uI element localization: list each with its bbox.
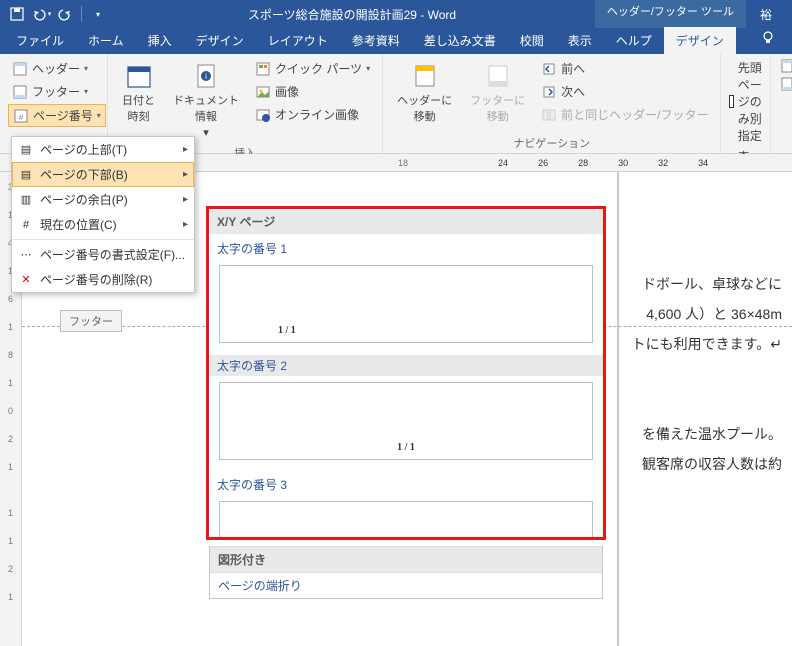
group-nav-label: ナビゲーション <box>391 133 712 151</box>
pictures-icon <box>255 84 271 100</box>
gallery-preview: 1 / 1 <box>219 382 593 460</box>
menu-format-numbers[interactable]: ⋯ページ番号の書式設定(F)... <box>12 242 194 267</box>
tell-me-button[interactable] <box>750 25 786 54</box>
group-position: ▲▼ ▲▼ <box>771 54 792 153</box>
redo-icon <box>57 6 73 22</box>
tab-references[interactable]: 参考資料 <box>340 27 412 54</box>
go-header-icon <box>411 62 439 90</box>
page-top-icon: ▤ <box>18 142 34 158</box>
current-pos-icon: # <box>18 217 34 233</box>
next-icon <box>541 84 557 100</box>
bulb-icon <box>760 30 776 46</box>
tab-review[interactable]: 校閲 <box>508 27 556 54</box>
date-time-button[interactable]: 日付と 時刻 <box>116 58 161 143</box>
header-button[interactable]: ヘッダー▾ <box>8 58 106 79</box>
prev-button[interactable]: 前へ <box>537 58 712 79</box>
gallery-preview: 1 / 1 <box>219 265 593 343</box>
link-icon <box>541 107 557 123</box>
footer-icon <box>12 84 28 100</box>
svg-text:i: i <box>205 72 207 81</box>
gallery-section-shapes: 図形付き <box>210 546 602 572</box>
doc-line: を備えた温水プール。 <box>642 422 782 447</box>
page-right-edge <box>617 172 619 646</box>
page-number-button[interactable]: #ページ番号▾ <box>8 104 106 127</box>
tab-help[interactable]: ヘルプ <box>604 27 664 54</box>
doc-line: トにも利用できます。↵ <box>632 332 782 357</box>
gallery-preview: 1 / 1 <box>219 501 593 537</box>
go-footer-icon <box>484 62 512 90</box>
gallery-item-1[interactable]: 太字の番号 1 1 / 1 <box>209 234 603 353</box>
qat-customize[interactable]: ▾ <box>87 3 109 25</box>
doc-info-button[interactable]: iドキュメント 情報▾ <box>167 58 245 143</box>
gallery-section-pagefold[interactable]: ページの端折り <box>210 572 602 598</box>
go-footer-button: フッターに 移動 <box>464 58 531 133</box>
footer-bottom-spin[interactable]: ▲▼ <box>779 76 792 92</box>
undo-button[interactable]: ▾ <box>30 3 52 25</box>
save-icon <box>9 6 25 22</box>
undo-icon <box>31 6 47 22</box>
gallery-item-3[interactable]: 太字の番号 3 1 / 1 <box>209 470 603 537</box>
ribbon-tabs: ファイル ホーム 挿入 デザイン レイアウト 参考資料 差し込み文書 校閲 表示… <box>0 28 792 54</box>
calendar-icon <box>125 62 153 90</box>
online-pictures-icon <box>255 107 271 123</box>
gallery-item-2[interactable]: 太字の番号 2 1 / 1 <box>209 353 603 470</box>
header-icon <box>12 61 28 77</box>
header-margin-icon <box>779 58 792 74</box>
doc-line: ドボール、卓球などに <box>642 272 782 297</box>
tab-layout[interactable]: レイアウト <box>256 27 340 54</box>
menu-remove-numbers[interactable]: ✕ページ番号の削除(R) <box>12 267 194 292</box>
quick-parts-button[interactable]: クイック パーツ▾ <box>251 58 374 79</box>
tab-design[interactable]: デザイン <box>184 27 256 54</box>
doc-line: 4,600 人）と 36×48m <box>646 302 782 327</box>
tab-insert[interactable]: 挿入 <box>136 27 184 54</box>
tab-mailings[interactable]: 差し込み文書 <box>412 27 508 54</box>
menu-page-bottom[interactable]: ▤ページの下部(B)▸ <box>12 162 194 187</box>
go-header-button[interactable]: ヘッダーに 移動 <box>391 58 458 133</box>
group-options: 先頭ページのみ別指定 奇数/偶数ページ別指定 ✓文書内のテキストを表示 オプショ… <box>721 54 770 153</box>
format-icon: ⋯ <box>18 247 34 263</box>
header-top-spin[interactable]: ▲▼ <box>779 58 792 74</box>
window-title: スポーツ総合施設の開設計画29 - Word <box>109 6 595 23</box>
footer-margin-icon <box>779 76 792 92</box>
svg-text:#: # <box>19 113 24 122</box>
group-navigation: ヘッダーに 移動 フッターに 移動 前へ 次へ 前と同じヘッダー/フッター ナビ… <box>383 54 721 153</box>
page-number-gallery: X/Y ページ 太字の番号 1 1 / 1 太字の番号 2 1 / 1 太字の番… <box>206 206 606 540</box>
tab-file[interactable]: ファイル <box>4 27 76 54</box>
save-button[interactable] <box>6 3 28 25</box>
menu-page-top[interactable]: ▤ページの上部(T)▸ <box>12 137 194 162</box>
remove-icon: ✕ <box>18 272 34 288</box>
page-margins-icon: ▥ <box>18 192 34 208</box>
tab-hf-design[interactable]: デザイン <box>664 27 736 54</box>
chk-diff-first[interactable]: 先頭ページのみ別指定 <box>729 58 761 145</box>
quick-access-toolbar: ▾ ▾ <box>6 3 109 25</box>
footer-button[interactable]: フッター▾ <box>8 81 106 102</box>
quick-parts-icon <box>255 61 271 77</box>
title-bar: ▾ ▾ スポーツ総合施設の開設計画29 - Word ヘッダー/フッター ツール… <box>0 0 792 28</box>
doc-info-icon: i <box>192 62 220 90</box>
page-bottom-icon: ▤ <box>18 167 34 183</box>
footer-tag: フッター <box>60 310 122 332</box>
next-button[interactable]: 次へ <box>537 81 712 102</box>
tab-view[interactable]: 表示 <box>556 27 604 54</box>
page-number-menu: ▤ページの上部(T)▸ ▤ページの下部(B)▸ ▥ページの余白(P)▸ #現在の… <box>11 136 195 293</box>
online-pictures-button[interactable]: オンライン画像 <box>251 104 374 125</box>
redo-button[interactable] <box>54 3 76 25</box>
contextual-tab-header: ヘッダー/フッター ツール <box>595 0 746 28</box>
prev-icon <box>541 61 557 77</box>
user-label[interactable]: 裕 <box>746 6 786 23</box>
gallery-section-header: X/Y ページ <box>209 209 603 234</box>
contextual-tab-label: ヘッダー/フッター ツール <box>607 3 734 19</box>
menu-page-margins[interactable]: ▥ページの余白(P)▸ <box>12 187 194 212</box>
menu-current-pos[interactable]: #現在の位置(C)▸ <box>12 212 194 237</box>
doc-line: 観客席の収容人数は約 <box>642 452 782 477</box>
link-prev-button: 前と同じヘッダー/フッター <box>537 104 712 125</box>
page-number-icon: # <box>13 108 29 124</box>
pictures-button[interactable]: 画像 <box>251 81 374 102</box>
tab-home[interactable]: ホーム <box>76 27 136 54</box>
